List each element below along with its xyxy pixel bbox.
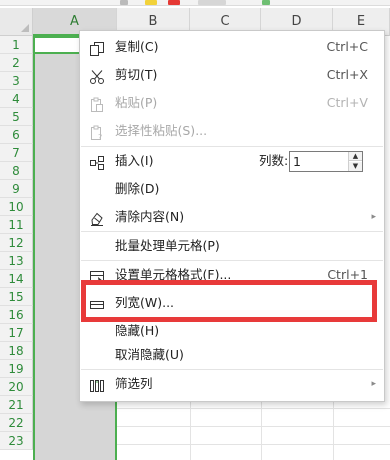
grid-line [117,444,390,445]
spin-down-button[interactable]: ▼ [349,162,362,171]
menu-item-copy[interactable]: 复制(C) Ctrl+C [80,33,384,61]
menu-item-label: 删除(D) [115,181,160,196]
row-header-12[interactable]: 12 [0,234,33,252]
grid-line [117,426,390,427]
column-count-label: 列数: [259,153,289,168]
menu-item-label: 插入(I) [115,153,154,168]
toolbar-strip [0,0,390,6]
row-header-23[interactable]: 23 [0,432,33,450]
row-header-13[interactable]: 13 [0,252,33,270]
row-header-1[interactable]: 1 [0,36,33,54]
merge-icon[interactable] [262,0,270,5]
cut-icon [89,67,105,84]
row-header-17[interactable]: 17 [0,324,33,342]
grid-line [117,408,390,409]
spin-up-button[interactable]: ▲ [349,152,362,161]
row-header-4[interactable]: 4 [0,90,33,108]
menu-item-shortcut: Ctrl+C [326,39,368,54]
menu-item-label: 取消隐藏(U) [115,347,184,362]
svg-text:?: ? [98,133,102,141]
menu-item-label: 选择性粘贴(S)... [115,123,208,138]
row-header-18[interactable]: 18 [0,342,33,360]
row-header-22[interactable]: 22 [0,414,33,432]
menu-item-delete[interactable]: 删除(D) [80,175,384,203]
row-header-11[interactable]: 11 [0,216,33,234]
font-color-icon[interactable] [168,0,180,5]
menu-item-label: 批量处理单元格(P) [115,238,220,253]
menu-item-clear-contents[interactable]: 清除内容(N) ▸ [80,203,384,231]
paste-special-icon: ? [89,123,105,142]
submenu-arrow-icon: ▸ [371,379,376,389]
border-icon[interactable] [198,0,226,5]
row-header-3[interactable]: 3 [0,72,33,90]
toolbar-icon[interactable] [120,0,128,5]
row-header-20[interactable]: 20 [0,378,33,396]
menu-item-shortcut: Ctrl+X [326,67,368,82]
context-menu: 复制(C) Ctrl+C 剪切(T) Ctrl+X 粘贴(P) Ctrl+V ?… [79,30,385,402]
menu-item-unhide[interactable]: 取消隐藏(U) [80,341,384,369]
eraser-icon [89,209,105,226]
insert-column-icon [89,153,105,170]
select-all-corner[interactable] [0,8,33,36]
menu-item-filter-columns[interactable]: 筛选列 ▸ [80,370,384,398]
row-header-9[interactable]: 9 [0,180,33,198]
row-header-19[interactable]: 19 [0,360,33,378]
column-count-value[interactable]: 1 [293,154,301,169]
menu-item-paste[interactable]: 粘贴(P) Ctrl+V [80,89,384,117]
submenu-arrow-icon: ▸ [371,212,376,222]
row-header-14[interactable]: 14 [0,270,33,288]
menu-item-insert[interactable]: 插入(I) 列数: 1 ▲ ▼ [80,147,384,175]
menu-item-paste-special[interactable]: ? 选择性粘贴(S)... [80,117,384,145]
spin-buttons: ▲ ▼ [348,152,362,171]
menu-item-label: 复制(C) [115,39,159,54]
menu-item-label: 清除内容(N) [115,209,185,224]
row-header-16[interactable]: 16 [0,306,33,324]
row-header-21[interactable]: 21 [0,396,33,414]
menu-item-label: 剪切(T) [115,67,158,82]
copy-icon [89,39,105,56]
row-header-10[interactable]: 10 [0,198,33,216]
paste-icon [89,95,105,112]
highlight-box [81,280,377,322]
menu-item-label: 筛选列 [115,376,153,391]
row-header-8[interactable]: 8 [0,162,33,180]
highlight-color-icon[interactable] [145,0,157,5]
menu-item-batch-process[interactable]: 批量处理单元格(P) [80,232,384,260]
row-header-2[interactable]: 2 [0,54,33,72]
row-header-5[interactable]: 5 [0,108,33,126]
menu-item-label: 粘贴(P) [115,95,158,110]
menu-item-shortcut: Ctrl+V [326,95,368,110]
menu-item-cut[interactable]: 剪切(T) Ctrl+X [80,61,384,89]
filter-columns-icon [89,376,105,392]
row-header-7[interactable]: 7 [0,144,33,162]
row-header-15[interactable]: 15 [0,288,33,306]
row-header-6[interactable]: 6 [0,126,33,144]
column-count-spinbox[interactable]: 1 ▲ ▼ [289,151,363,172]
